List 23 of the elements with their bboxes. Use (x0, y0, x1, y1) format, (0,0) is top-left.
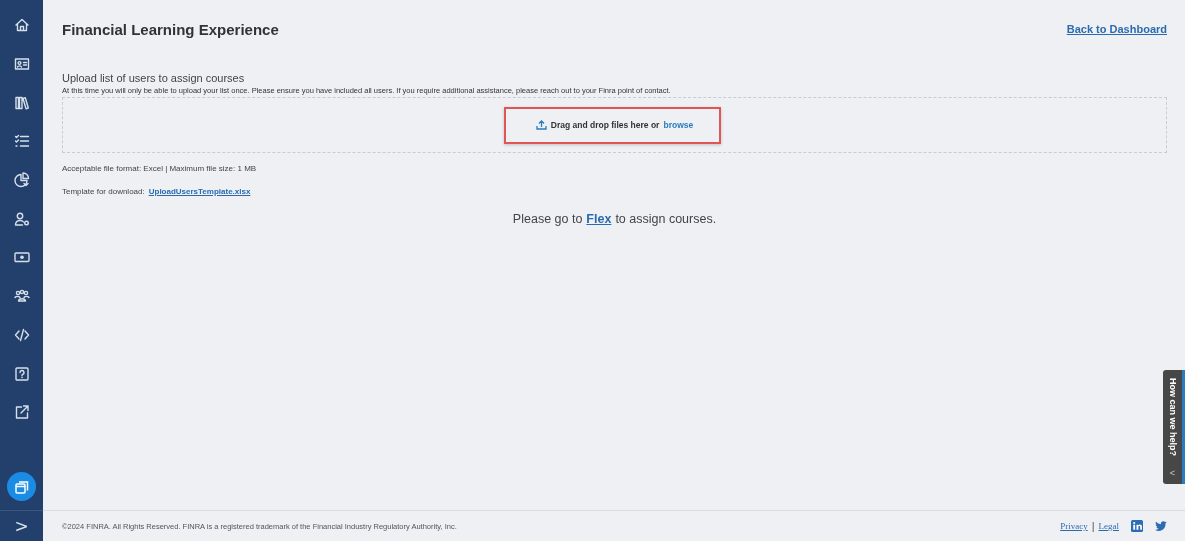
bird-icon[interactable] (1155, 520, 1167, 532)
drop-instruction: Drag and drop files here or (550, 120, 660, 130)
pie-chart-icon[interactable] (12, 171, 31, 190)
separator: | (1091, 520, 1095, 532)
flex-link[interactable]: Flex (586, 212, 612, 226)
file-format-note: Acceptable file format: Excel | Maximum file size: 1 MB (62, 164, 258, 173)
linkedin-icon[interactable] (1131, 520, 1143, 532)
footer-link[interactable]: Privacy (1060, 521, 1088, 531)
message-text: Please go to (512, 212, 583, 226)
message-text: to assign courses. (615, 212, 717, 226)
windows-icon (14, 479, 29, 494)
upload-heading: Upload list of users to assign courses (62, 72, 246, 84)
drop-zone[interactable]: Drag and drop files here or browse (62, 97, 1167, 153)
help-tab[interactable]: How can we help? < (1163, 370, 1185, 484)
page-title: Financial Learning Experience (62, 20, 279, 38)
footer-link[interactable]: Legal (1098, 521, 1119, 531)
upload-icon (535, 120, 547, 130)
template-label: Template for download: (62, 187, 145, 196)
back-to-dashboard-link[interactable]: Back to Dashboard (1066, 23, 1167, 35)
help-icon[interactable] (12, 364, 31, 383)
template-download-link[interactable]: UploadUsersTemplate.xlsx (148, 187, 251, 196)
windows-button[interactable] (7, 472, 36, 501)
browse-link[interactable]: browse (663, 120, 694, 130)
